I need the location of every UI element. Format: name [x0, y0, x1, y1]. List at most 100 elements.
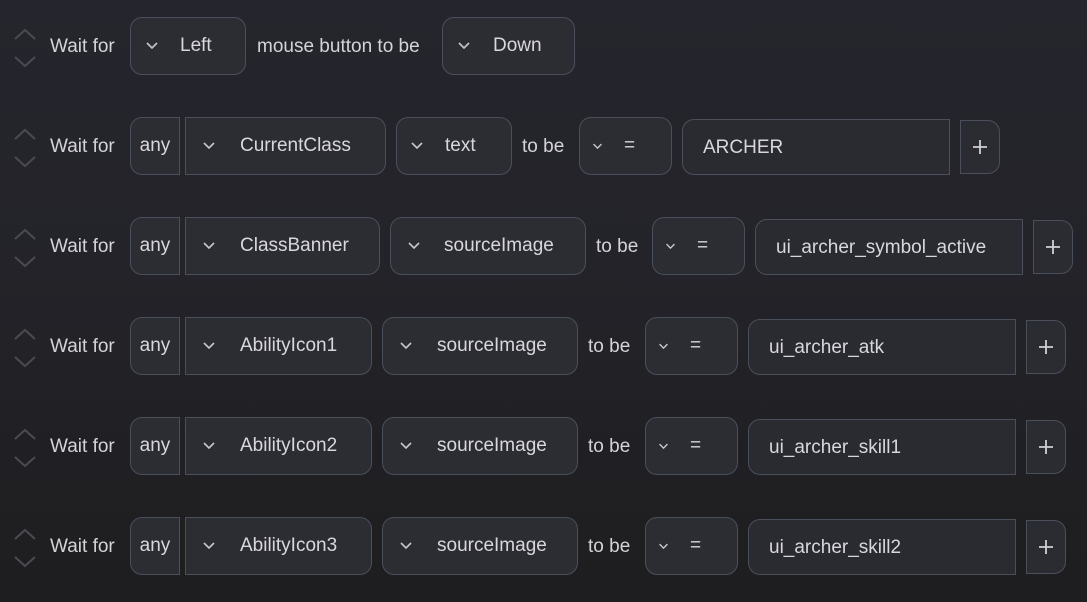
to-be-label: to be	[588, 336, 631, 357]
operator-value: =	[690, 535, 702, 556]
value-text: ARCHER	[703, 137, 784, 158]
chevron-down-icon	[203, 442, 215, 450]
property-select[interactable]: text	[396, 117, 512, 175]
operator-select[interactable]: =	[652, 217, 745, 275]
object-select[interactable]: CurrentClass	[185, 117, 386, 175]
quantifier-select[interactable]: any	[130, 517, 180, 575]
property-select[interactable]: sourceImage	[390, 217, 586, 275]
operator-value: =	[697, 235, 709, 256]
value-input[interactable]: ui_archer_skill1	[748, 419, 1016, 475]
operator-value: =	[624, 135, 636, 156]
object-select[interactable]: AbilityIcon1	[185, 317, 372, 375]
add-condition-button[interactable]	[960, 120, 1000, 174]
wait-for-label: Wait for	[50, 236, 115, 257]
chevron-down-icon	[203, 342, 215, 350]
chevron-down-icon	[400, 342, 412, 350]
chevron-down-icon	[458, 42, 470, 50]
chevron-down-icon	[666, 243, 675, 250]
chevron-down-icon	[411, 142, 423, 150]
move-down-icon[interactable]	[12, 255, 38, 269]
condition-row-mouse: Wait for Left mouse button to be Down	[0, 17, 1087, 77]
condition-row: Wait for any CurrentClass text to be = A…	[0, 117, 1087, 177]
property-value: text	[445, 135, 476, 156]
mouse-button-to-be-label: mouse button to be	[257, 36, 420, 57]
plus-icon	[1039, 540, 1053, 554]
add-condition-button[interactable]	[1026, 520, 1066, 574]
condition-row: Wait for any AbilityIcon3 sourceImage to…	[0, 517, 1087, 577]
plus-icon	[1039, 440, 1053, 454]
object-value: AbilityIcon3	[240, 535, 338, 556]
move-down-icon[interactable]	[12, 455, 38, 469]
property-select[interactable]: sourceImage	[382, 317, 578, 375]
chevron-down-icon	[408, 242, 420, 250]
quantifier-select[interactable]: any	[130, 117, 180, 175]
chevron-down-icon	[659, 343, 668, 350]
object-select[interactable]: ClassBanner	[185, 217, 380, 275]
move-down-icon[interactable]	[12, 155, 38, 169]
move-down-icon[interactable]	[12, 355, 38, 369]
move-up-icon[interactable]	[12, 227, 38, 241]
value-input[interactable]: ui_archer_symbol_active	[755, 219, 1023, 275]
plus-icon	[1046, 240, 1060, 254]
value-input[interactable]: ui_archer_atk	[748, 319, 1016, 375]
reorder-handle[interactable]	[12, 123, 38, 173]
chevron-down-icon	[203, 142, 215, 150]
reorder-handle[interactable]	[12, 323, 38, 373]
property-select[interactable]: sourceImage	[382, 517, 578, 575]
move-up-icon[interactable]	[12, 327, 38, 341]
quantifier-value: any	[139, 235, 171, 256]
chevron-down-icon	[203, 542, 215, 550]
operator-value: =	[690, 435, 702, 456]
plus-icon	[1039, 340, 1053, 354]
object-select[interactable]: AbilityIcon3	[185, 517, 372, 575]
add-condition-button[interactable]	[1026, 420, 1066, 474]
property-value: sourceImage	[437, 435, 547, 456]
value-input[interactable]: ARCHER	[682, 119, 950, 175]
value-text: ui_archer_symbol_active	[776, 237, 987, 258]
quantifier-select[interactable]: any	[130, 417, 180, 475]
quantifier-value: any	[139, 435, 171, 456]
move-up-icon[interactable]	[12, 427, 38, 441]
wait-for-label: Wait for	[50, 136, 115, 157]
operator-select[interactable]: =	[579, 117, 672, 175]
move-up-icon[interactable]	[12, 27, 38, 41]
reorder-handle[interactable]	[12, 23, 38, 73]
quantifier-value: any	[139, 135, 171, 156]
move-up-icon[interactable]	[12, 127, 38, 141]
condition-row: Wait for any AbilityIcon2 sourceImage to…	[0, 417, 1087, 477]
reorder-handle[interactable]	[12, 423, 38, 473]
button-state-select[interactable]: Down	[442, 17, 575, 75]
chevron-down-icon	[659, 443, 668, 450]
property-select[interactable]: sourceImage	[382, 417, 578, 475]
condition-row: Wait for any ClassBanner sourceImage to …	[0, 217, 1087, 277]
operator-select[interactable]: =	[645, 317, 738, 375]
object-value: AbilityIcon2	[240, 435, 338, 456]
reorder-handle[interactable]	[12, 523, 38, 573]
quantifier-select[interactable]: any	[130, 217, 180, 275]
reorder-handle[interactable]	[12, 223, 38, 273]
chevron-down-icon	[659, 543, 668, 550]
move-up-icon[interactable]	[12, 527, 38, 541]
quantifier-value: any	[139, 535, 171, 556]
object-value: CurrentClass	[240, 135, 351, 156]
operator-select[interactable]: =	[645, 517, 738, 575]
to-be-label: to be	[596, 236, 639, 257]
object-select[interactable]: AbilityIcon2	[185, 417, 372, 475]
to-be-label: to be	[588, 436, 631, 457]
to-be-label: to be	[522, 136, 565, 157]
value-text: ui_archer_skill1	[769, 437, 902, 458]
value-text: ui_archer_atk	[769, 337, 885, 358]
add-condition-button[interactable]	[1033, 220, 1073, 274]
mouse-button-select[interactable]: Left	[130, 17, 246, 75]
property-value: sourceImage	[437, 535, 547, 556]
chevron-down-icon	[400, 442, 412, 450]
value-input[interactable]: ui_archer_skill2	[748, 519, 1016, 575]
operator-select[interactable]: =	[645, 417, 738, 475]
add-condition-button[interactable]	[1026, 320, 1066, 374]
button-state-value: Down	[493, 35, 542, 56]
property-value: sourceImage	[444, 235, 554, 256]
move-down-icon[interactable]	[12, 55, 38, 69]
to-be-label: to be	[588, 536, 631, 557]
quantifier-select[interactable]: any	[130, 317, 180, 375]
move-down-icon[interactable]	[12, 555, 38, 569]
